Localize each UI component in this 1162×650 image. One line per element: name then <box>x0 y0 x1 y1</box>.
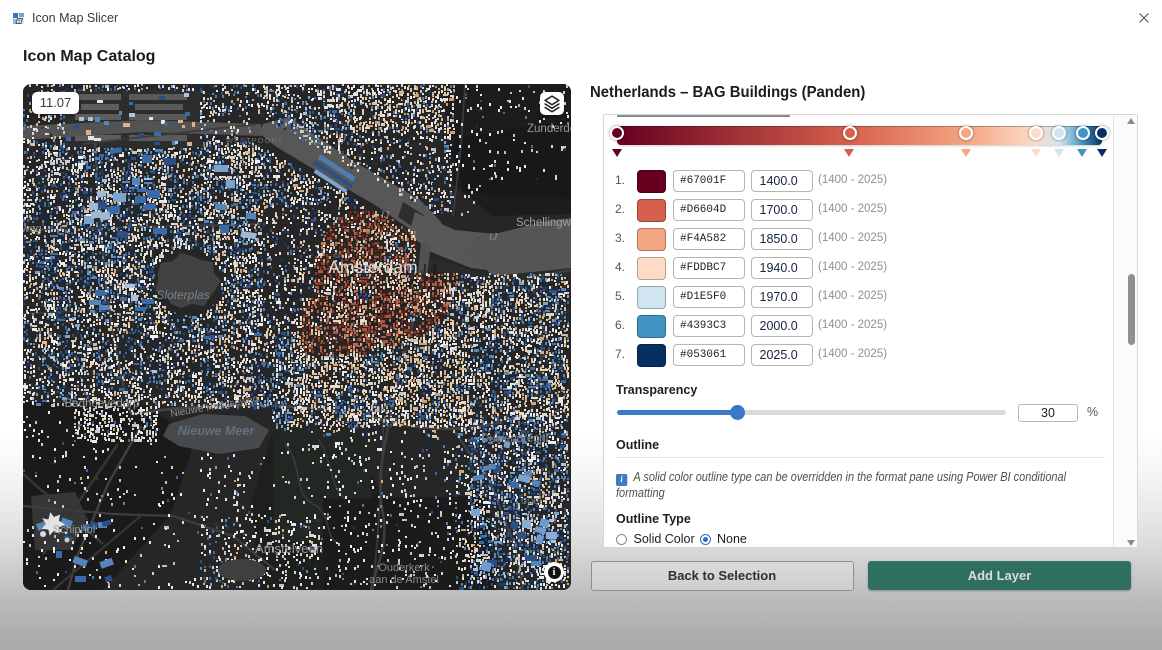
svg-text:zuid: zuid <box>370 404 388 415</box>
svg-text:WESTPOORT: WESTPOORT <box>226 136 283 145</box>
svg-text:IJ: IJ <box>489 231 498 243</box>
svg-text:aan de Amstel: aan de Amstel <box>369 574 439 586</box>
svg-text:Nieuwe Meer: Nieuwe Meer <box>178 424 256 438</box>
svg-text:Badhoevedorp: Badhoevedorp <box>65 398 140 410</box>
svg-text:Amstelveen: Amstelveen <box>255 541 323 556</box>
svg-text:IJ: IJ <box>381 209 390 221</box>
svg-text:Sloterplas: Sloterplas <box>156 288 209 302</box>
svg-text:Amsterdam: Amsterdam <box>328 257 417 277</box>
svg-text:Duivendrecht: Duivendrecht <box>481 433 550 445</box>
svg-text:Haarlemmerweg: Haarlemmerweg <box>23 223 42 235</box>
svg-text:Schiphol: Schiphol <box>53 524 95 536</box>
svg-text:Zunderdorp: Zunderdorp <box>527 123 571 135</box>
svg-text:Ouderkerk: Ouderkerk <box>378 562 430 574</box>
svg-text:IJ: IJ <box>338 132 347 144</box>
svg-text:Schellingwoude: Schellingwoude <box>516 217 571 229</box>
svg-text:oost: oost <box>521 495 542 507</box>
